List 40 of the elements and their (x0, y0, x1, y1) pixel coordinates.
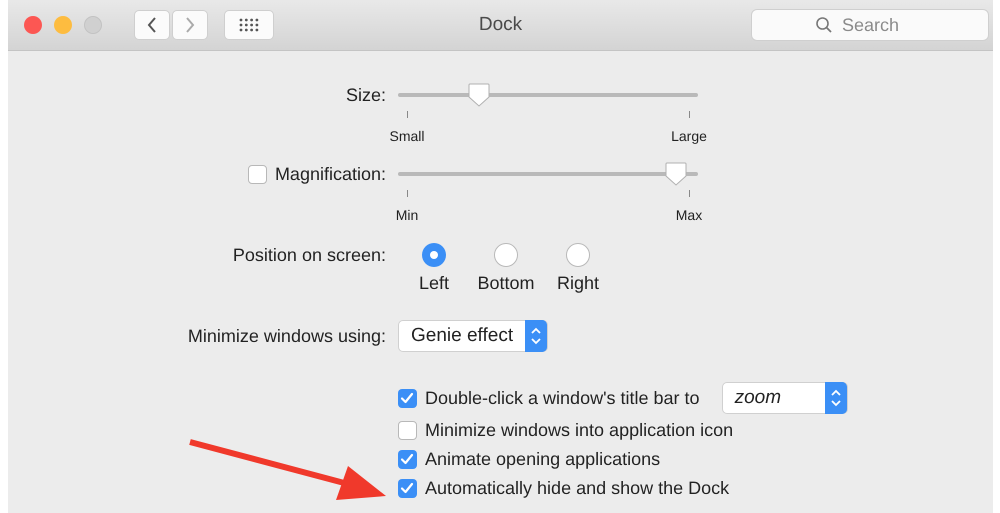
search-icon (815, 16, 833, 34)
slider-min-label: Small (389, 128, 424, 144)
stepper-icon (824, 382, 847, 414)
radio-label: Right (556, 273, 600, 294)
window-title: Dock (478, 14, 522, 35)
option-label: Animate opening applications (425, 448, 660, 470)
chevron-right-icon (184, 16, 196, 34)
stepper-icon (525, 320, 548, 352)
minimize-label: Minimize windows using: (188, 326, 386, 346)
search-field[interactable]: Search (751, 9, 989, 41)
grid-icon (238, 17, 260, 33)
show-all-button[interactable] (224, 10, 274, 40)
close-button[interactable] (24, 16, 42, 34)
checkbox[interactable] (398, 420, 417, 440)
option-label: Double-click a window's title bar to (425, 388, 700, 408)
checkbox[interactable] (248, 164, 267, 184)
radio-button[interactable] (422, 243, 446, 267)
chevron-left-icon (146, 16, 158, 34)
slider-min-label: Min (396, 207, 418, 223)
back-button[interactable] (134, 10, 170, 40)
radio-label: Bottom (477, 273, 535, 294)
effect-popup[interactable]: Genie effect (398, 320, 548, 352)
position-label: Position on screen: (232, 244, 386, 266)
slider-max-label: Large (671, 128, 707, 144)
checkbox[interactable] (398, 388, 417, 408)
zoom-button[interactable] (84, 16, 102, 34)
radio-label: Left (418, 273, 450, 294)
slider-max-label: Max (676, 207, 702, 223)
slider-thumb[interactable] (468, 83, 490, 107)
option-label: Minimize windows into application icon (425, 420, 734, 440)
option-label: Automatically hide and show the Dock (425, 478, 730, 498)
magnification-label: Magnification: (274, 164, 386, 184)
radio-button[interactable] (566, 243, 590, 267)
size-label: Size: (346, 84, 386, 106)
action-popup[interactable]: zoom (722, 382, 848, 414)
slider-thumb[interactable] (664, 162, 687, 186)
checkbox[interactable] (398, 450, 417, 468)
checkbox[interactable] (398, 478, 417, 498)
minimize-button[interactable] (54, 16, 72, 34)
radio-button[interactable] (494, 243, 518, 267)
